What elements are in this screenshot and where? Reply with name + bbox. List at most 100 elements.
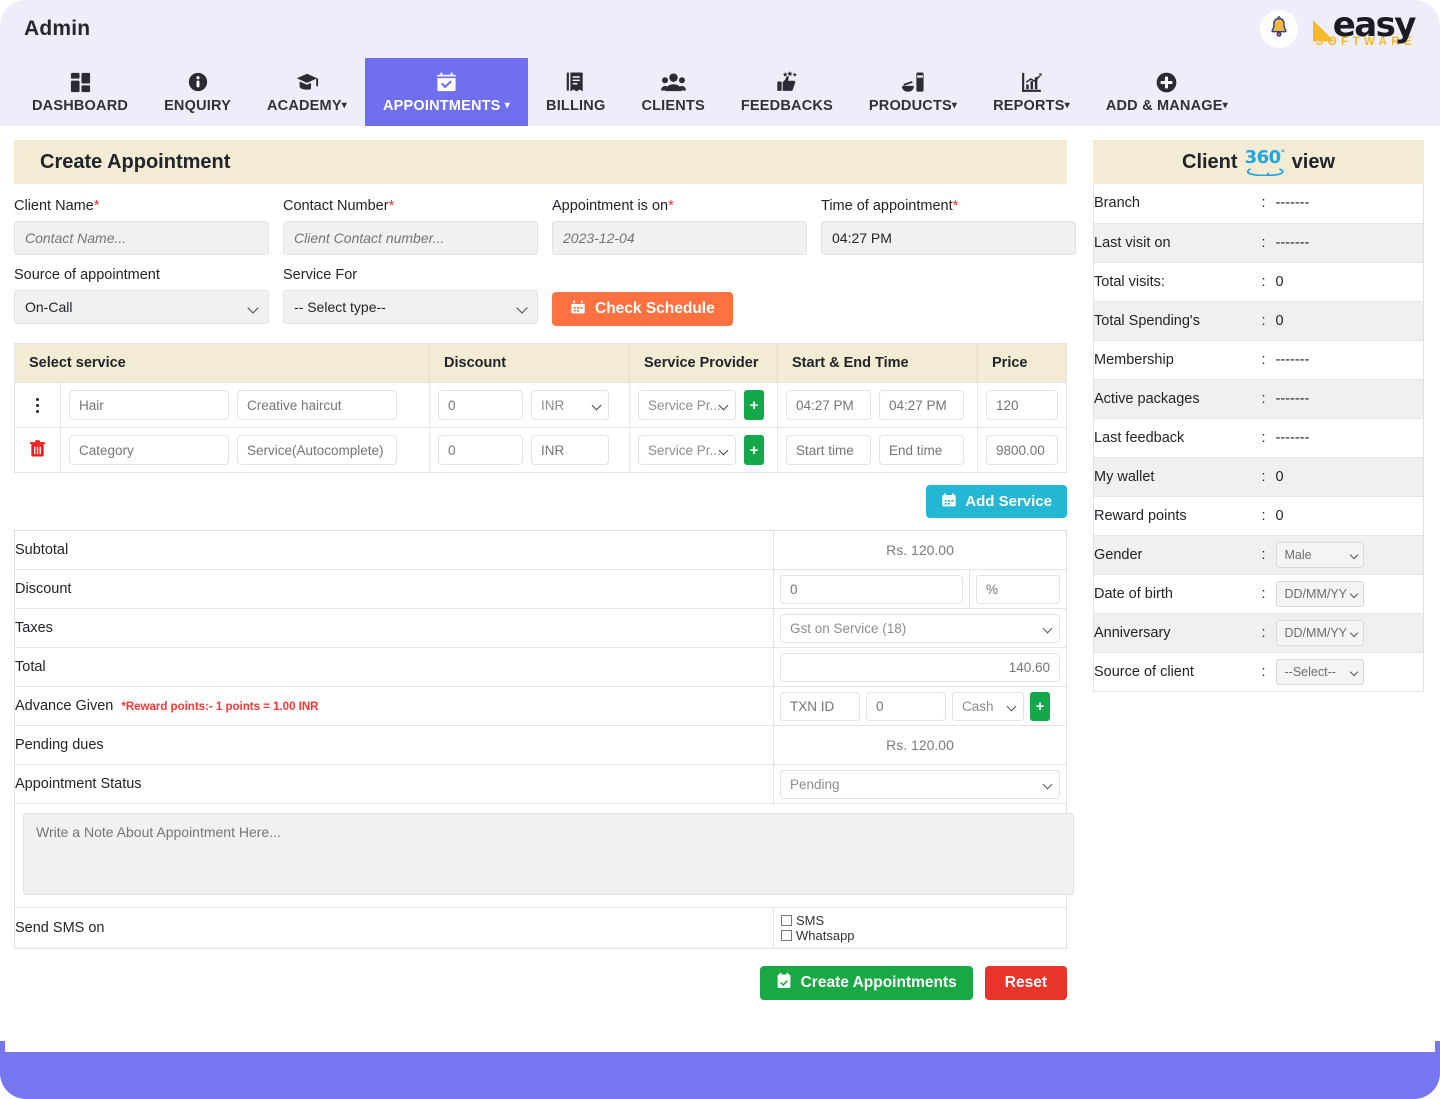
gender-select[interactable]: Male — [1276, 542, 1364, 568]
nav-label: ENQUIRY — [164, 98, 231, 114]
list-item: Source of client:--Select-- — [1094, 652, 1424, 691]
products-tube-icon — [901, 70, 926, 94]
start-time-input[interactable] — [786, 390, 871, 420]
advance-label-cell: Advance Given*Reward points:- 1 points =… — [15, 687, 774, 726]
nav-item-feedbacks[interactable]: FEEDBACKS — [723, 58, 851, 126]
add-provider-button[interactable]: + — [744, 435, 764, 465]
badge-360-icon: 360° — [1245, 149, 1285, 176]
service-table: Select service Discount Service Provider… — [14, 343, 1067, 473]
discount-input[interactable] — [438, 390, 523, 420]
discount-cell — [430, 428, 630, 473]
nav-item-billing[interactable]: BILLING — [528, 58, 623, 126]
nav-item-dashboard[interactable]: DASHBOARD — [14, 58, 146, 126]
form-row-2: Source of appointment On-Call Service Fo… — [14, 267, 1067, 326]
service-input[interactable] — [237, 435, 397, 465]
price-input[interactable] — [986, 390, 1058, 420]
total-input[interactable] — [780, 653, 1060, 682]
client-name-input[interactable] — [14, 221, 269, 255]
category-input[interactable] — [69, 390, 229, 420]
nav-item-appointments[interactable]: APPOINTMENTS ▾ — [365, 58, 528, 126]
service-for-select[interactable]: -- Select type-- — [283, 290, 538, 324]
appointment-time-input[interactable] — [821, 221, 1076, 255]
gender-value: Male — [1285, 548, 1312, 562]
appointment-status-label: Appointment Status — [15, 765, 774, 804]
nav-item-clients[interactable]: CLIENTS — [623, 58, 722, 126]
reset-button[interactable]: Reset — [985, 966, 1067, 1000]
source-of-client-select[interactable]: --Select-- — [1276, 659, 1364, 685]
client-360-table: Branch:------- Last visit on:------- Tot… — [1093, 184, 1424, 692]
row-value: 0 — [1276, 457, 1424, 496]
app-header: Admin ◣easy SOFTWARE — [0, 0, 1440, 58]
whatsapp-option[interactable]: Whatsapp — [781, 928, 1059, 943]
currency-input[interactable] — [531, 435, 609, 465]
currency-select[interactable]: INR — [531, 390, 609, 420]
taxes-select[interactable]: Gst on Service (18) — [780, 614, 1060, 643]
panel-header: Create Appointment — [14, 140, 1067, 184]
nav-item-reports[interactable]: REPORTS▾ — [975, 58, 1088, 126]
row-key: Last visit on — [1094, 223, 1262, 262]
check-schedule-wrap: Check Schedule — [552, 267, 733, 326]
service-provider-select[interactable]: Service Pr... — [638, 390, 736, 420]
appointment-time-label: Time of appointment* — [821, 198, 1076, 214]
trash-icon[interactable] — [29, 445, 46, 461]
advance-amount-input[interactable] — [866, 692, 946, 721]
service-input[interactable] — [237, 390, 397, 420]
appointment-date-input[interactable] — [552, 221, 807, 255]
add-payment-button[interactable]: + — [1030, 692, 1050, 721]
row-value: 0 — [1276, 262, 1424, 301]
sms-option[interactable]: SMS — [781, 913, 1059, 928]
selected-value: On-Call — [25, 299, 72, 315]
add-provider-button[interactable]: + — [744, 390, 764, 420]
appointment-note-textarea[interactable] — [23, 813, 1074, 895]
kebab-menu-icon[interactable] — [19, 398, 56, 413]
whatsapp-checkbox[interactable] — [781, 930, 792, 941]
nav-item-products[interactable]: PRODUCTS▾ — [851, 58, 975, 126]
taxes-select-cell: Gst on Service (18) — [774, 609, 1067, 648]
notification-button[interactable] — [1260, 10, 1298, 48]
nav-item-add-manage[interactable]: ADD & MANAGE▾ — [1088, 58, 1246, 126]
row-sep: : — [1262, 184, 1276, 223]
row-key: Branch — [1094, 184, 1262, 223]
discount-unit-input[interactable] — [976, 575, 1060, 604]
appointment-status-select[interactable]: Pending — [780, 770, 1060, 799]
nav-item-enquiry[interactable]: ENQUIRY — [146, 58, 249, 126]
total-value-cell — [774, 648, 1067, 687]
client-360-panel: Client 360° view Branch:------- Last vis… — [1093, 140, 1424, 692]
check-schedule-button[interactable]: Check Schedule — [552, 292, 733, 326]
nav-label: PRODUCTS — [869, 98, 952, 114]
category-input[interactable] — [69, 435, 229, 465]
provider-cell: Service Pr... + — [630, 383, 778, 428]
info-circle-icon — [187, 70, 209, 94]
col-select-service: Select service — [15, 344, 430, 383]
end-time-input[interactable] — [879, 390, 964, 420]
field-appointment-date: Appointment is on* — [552, 198, 807, 255]
start-time-input[interactable] — [786, 435, 871, 465]
subtotal-value: Rs. 120.00 — [886, 542, 954, 558]
list-item: Anniversary:DD/MM/YY — [1094, 613, 1424, 652]
row-key: Source of client — [1094, 652, 1262, 691]
contact-number-input[interactable] — [283, 221, 538, 255]
client-360-title-suffix: view — [1292, 151, 1335, 174]
row-sep: : — [1262, 301, 1276, 340]
date-of-birth-select[interactable]: DD/MM/YY — [1276, 581, 1364, 607]
payment-mode-select[interactable]: Cash — [952, 692, 1024, 721]
discount-input[interactable] — [438, 435, 523, 465]
page-title: Admin — [24, 17, 90, 41]
send-sms-label: Send SMS on — [15, 908, 774, 949]
end-time-input[interactable] — [879, 435, 964, 465]
source-of-appointment-select[interactable]: On-Call — [14, 290, 269, 324]
anniversary-select[interactable]: DD/MM/YY — [1276, 620, 1364, 646]
price-input[interactable] — [986, 435, 1058, 465]
client-360-header: Client 360° view — [1093, 140, 1424, 184]
create-appointments-button[interactable]: Create Appointments — [760, 966, 973, 1000]
row-key: Total Spending's — [1094, 301, 1262, 340]
txn-id-input[interactable] — [780, 692, 860, 721]
service-provider-select[interactable]: Service Pr... — [638, 435, 736, 465]
nav-item-academy[interactable]: ACADEMY▾ — [249, 58, 365, 126]
summary-row-advance: Advance Given*Reward points:- 1 points =… — [15, 687, 1067, 726]
nav-label: DASHBOARD — [32, 98, 128, 114]
add-service-button[interactable]: Add Service — [926, 485, 1067, 518]
discount-amount-input[interactable] — [780, 575, 963, 604]
sms-checkbox[interactable] — [781, 915, 792, 926]
advance-label: Advance Given — [15, 698, 113, 714]
